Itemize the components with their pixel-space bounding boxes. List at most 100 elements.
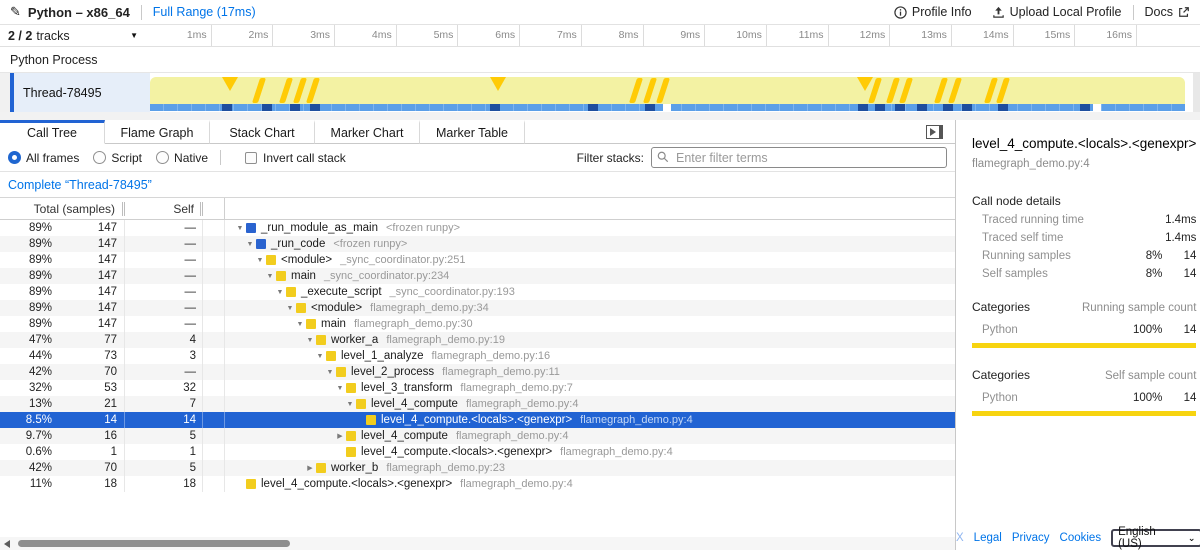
tracks-dropdown[interactable]: 2 / 2 tracks ▼ bbox=[0, 25, 150, 46]
footer-link-legal[interactable]: Legal bbox=[974, 532, 1002, 544]
marker-slash-icon[interactable] bbox=[934, 78, 948, 103]
table-row[interactable]: 42%70—▼level_2_processflamegraph_demo.py… bbox=[0, 364, 955, 380]
table-row[interactable]: 9.7%165▶level_4_computeflamegraph_demo.p… bbox=[0, 428, 955, 444]
marker-slash-icon[interactable] bbox=[996, 78, 1010, 103]
marker-slash-icon[interactable] bbox=[643, 78, 657, 103]
column-header-self[interactable]: Self bbox=[125, 202, 203, 216]
filter-stacks-input[interactable] bbox=[651, 147, 947, 168]
footer-link-privacy[interactable]: Privacy bbox=[1012, 532, 1050, 544]
ruler-tick: 5ms bbox=[397, 25, 459, 46]
table-row[interactable]: 89%147—▼main_sync_coordinator.py:234 bbox=[0, 268, 955, 284]
table-row[interactable]: 89%147—▼<module>_sync_coordinator.py:251 bbox=[0, 252, 955, 268]
marker-slash-icon[interactable] bbox=[279, 78, 293, 103]
upload-profile-button[interactable]: Upload Local Profile bbox=[992, 5, 1122, 19]
table-row[interactable]: 32%5332▼level_3_transformflamegraph_demo… bbox=[0, 380, 955, 396]
radio-script[interactable]: Script bbox=[93, 151, 142, 165]
table-row[interactable]: 0.6%11level_4_compute.<locals>.<genexpr>… bbox=[0, 444, 955, 460]
cell-spacer bbox=[203, 220, 225, 236]
column-header-total[interactable]: Total (samples) bbox=[0, 202, 125, 216]
collapse-twisty-icon[interactable]: ▼ bbox=[304, 337, 316, 344]
info-icon bbox=[894, 6, 907, 19]
radio-all-frames[interactable]: All frames bbox=[8, 151, 79, 165]
frame-name: level_1_analyze bbox=[341, 350, 423, 362]
process-track-header[interactable]: Python Process bbox=[0, 47, 1200, 73]
marker-slash-icon[interactable] bbox=[293, 78, 307, 103]
tab-call-tree[interactable]: Call Tree bbox=[0, 120, 105, 144]
footer-x-link[interactable]: X bbox=[956, 532, 964, 544]
expand-twisty-icon[interactable]: ▶ bbox=[334, 432, 346, 440]
table-row[interactable]: 89%147—▼<module>flamegraph_demo.py:34 bbox=[0, 300, 955, 316]
table-row[interactable]: 8.5%1414level_4_compute.<locals>.<genexp… bbox=[0, 412, 955, 428]
marker-slash-icon[interactable] bbox=[629, 78, 643, 103]
marker-slash-icon[interactable] bbox=[948, 78, 962, 103]
marker-triangle-icon[interactable] bbox=[222, 77, 238, 91]
tab-marker-table[interactable]: Marker Table bbox=[420, 120, 525, 144]
timeline-scrollbar[interactable] bbox=[1193, 73, 1200, 112]
table-header: Total (samples) Self bbox=[0, 198, 955, 220]
thread-activity-graph[interactable] bbox=[150, 73, 1200, 112]
cell-tree: ▼_execute_script_sync_coordinator.py:193 bbox=[225, 286, 955, 298]
expand-twisty-icon[interactable]: ▶ bbox=[304, 464, 316, 472]
tab-marker-chart[interactable]: Marker Chart bbox=[315, 120, 420, 144]
collapse-twisty-icon[interactable]: ▼ bbox=[234, 225, 246, 232]
collapse-twisty-icon[interactable]: ▼ bbox=[254, 257, 266, 264]
sidebar-toggle-icon[interactable] bbox=[926, 125, 943, 139]
cell-self: — bbox=[125, 236, 203, 252]
thread-track-label[interactable]: Thread-78495 bbox=[14, 73, 150, 112]
collapse-twisty-icon[interactable]: ▼ bbox=[284, 305, 296, 312]
marker-slash-icon[interactable] bbox=[252, 78, 266, 103]
total-samples: 147 bbox=[52, 254, 124, 266]
marker-triangle-icon[interactable] bbox=[490, 77, 506, 91]
cell-tree: ▼level_4_computeflamegraph_demo.py:4 bbox=[225, 398, 955, 410]
collapse-twisty-icon[interactable]: ▼ bbox=[264, 273, 276, 280]
table-row[interactable]: 44%733▼level_1_analyzeflamegraph_demo.py… bbox=[0, 348, 955, 364]
footer-link-cookies[interactable]: Cookies bbox=[1060, 532, 1102, 544]
collapse-twisty-icon[interactable]: ▼ bbox=[344, 401, 356, 408]
table-row[interactable]: 42%705▶worker_bflamegraph_demo.py:23 bbox=[0, 460, 955, 476]
horizontal-scrollbar[interactable] bbox=[0, 537, 955, 550]
breadcrumb-complete-range[interactable]: Complete “Thread-78495” bbox=[8, 178, 152, 192]
docs-link[interactable]: Docs bbox=[1145, 5, 1190, 19]
marker-slash-icon[interactable] bbox=[656, 78, 670, 103]
radio-native[interactable]: Native bbox=[156, 151, 208, 165]
scrollbar-thumb[interactable] bbox=[18, 540, 290, 547]
full-range-link[interactable]: Full Range (17ms) bbox=[153, 5, 256, 19]
collapse-twisty-icon[interactable]: ▼ bbox=[314, 353, 326, 360]
invert-call-stack-checkbox[interactable]: Invert call stack bbox=[245, 151, 346, 165]
collapse-twisty-icon[interactable]: ▼ bbox=[334, 385, 346, 392]
total-percent: 0.6% bbox=[0, 446, 52, 458]
marker-slash-icon[interactable] bbox=[306, 78, 320, 103]
collapse-twisty-icon[interactable]: ▼ bbox=[244, 241, 256, 248]
frame-file: flamegraph_demo.py:7 bbox=[460, 382, 573, 394]
total-percent: 89% bbox=[0, 286, 52, 298]
table-row[interactable]: 47%774▼worker_aflamegraph_demo.py:19 bbox=[0, 332, 955, 348]
collapse-twisty-icon[interactable]: ▼ bbox=[274, 289, 286, 296]
table-row[interactable]: 11%1818level_4_compute.<locals>.<genexpr… bbox=[0, 476, 955, 492]
category-color-icon bbox=[356, 399, 366, 409]
table-row[interactable]: 89%147—▼_run_code<frozen runpy> bbox=[0, 236, 955, 252]
table-row[interactable]: 13%217▼level_4_computeflamegraph_demo.py… bbox=[0, 396, 955, 412]
category-color-icon bbox=[346, 447, 356, 457]
marker-slash-icon[interactable] bbox=[886, 78, 900, 103]
profile-info-button[interactable]: Profile Info bbox=[894, 5, 972, 19]
sidebar-detail-row: Running samples8%14 bbox=[972, 250, 1196, 262]
table-row[interactable]: 89%147—▼_execute_script_sync_coordinator… bbox=[0, 284, 955, 300]
cell-tree: ▼<module>_sync_coordinator.py:251 bbox=[225, 254, 955, 266]
tracks-spacer bbox=[0, 112, 1200, 120]
frame-name: _execute_script bbox=[301, 286, 382, 298]
collapse-twisty-icon[interactable]: ▼ bbox=[294, 321, 306, 328]
category-label: Python bbox=[972, 324, 1122, 336]
language-select[interactable]: English (US) ⌄ bbox=[1111, 529, 1200, 547]
thread-track[interactable]: Thread-78495 bbox=[0, 73, 1200, 112]
table-row[interactable]: 89%147—▼_run_module_as_main<frozen runpy… bbox=[0, 220, 955, 236]
marker-triangle-icon[interactable] bbox=[857, 77, 873, 91]
tab-stack-chart[interactable]: Stack Chart bbox=[210, 120, 315, 144]
collapse-twisty-icon[interactable]: ▼ bbox=[324, 369, 336, 376]
marker-slash-icon[interactable] bbox=[899, 78, 913, 103]
scroll-left-arrow-icon[interactable] bbox=[4, 540, 10, 548]
table-row[interactable]: 89%147—▼mainflamegraph_demo.py:30 bbox=[0, 316, 955, 332]
tab-flame-graph[interactable]: Flame Graph bbox=[105, 120, 210, 144]
edit-profile-name-icon[interactable]: ✎ bbox=[10, 4, 21, 20]
divider bbox=[141, 5, 142, 20]
detail-label: Self samples bbox=[972, 268, 1122, 280]
